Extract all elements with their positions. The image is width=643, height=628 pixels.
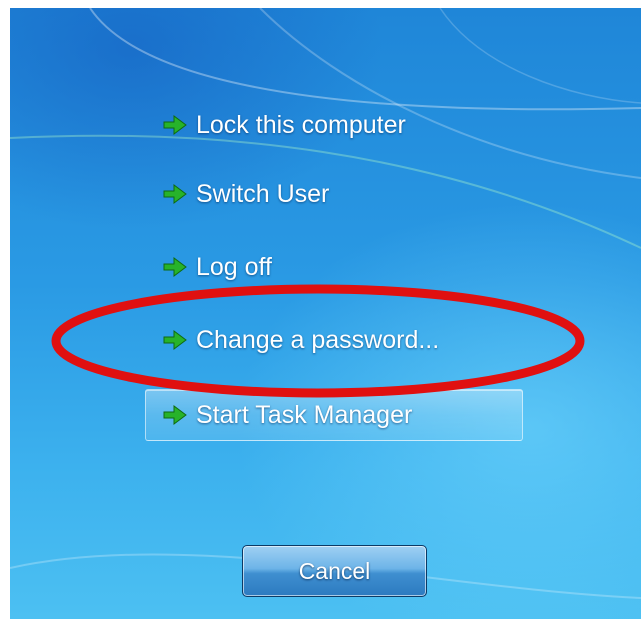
green-right-arrow-icon	[163, 257, 187, 277]
green-right-arrow-icon	[163, 115, 187, 135]
secure-desktop-screen: Lock this computer Switch User Log off C…	[10, 8, 641, 619]
green-right-arrow-icon	[163, 184, 187, 204]
log-off-option[interactable]: Log off	[145, 241, 523, 293]
option-label: Start Task Manager	[196, 400, 413, 429]
change-password-option[interactable]: Change a password...	[145, 314, 523, 366]
option-label: Lock this computer	[196, 110, 406, 139]
start-task-manager-option[interactable]: Start Task Manager	[145, 389, 523, 441]
option-label: Log off	[196, 252, 273, 281]
switch-user-option[interactable]: Switch User	[145, 168, 523, 220]
cancel-button[interactable]: Cancel	[242, 545, 427, 597]
lock-computer-option[interactable]: Lock this computer	[145, 99, 523, 151]
option-label: Change a password...	[196, 325, 440, 354]
green-right-arrow-icon	[163, 405, 187, 425]
option-label: Switch User	[196, 179, 330, 208]
green-right-arrow-icon	[163, 330, 187, 350]
